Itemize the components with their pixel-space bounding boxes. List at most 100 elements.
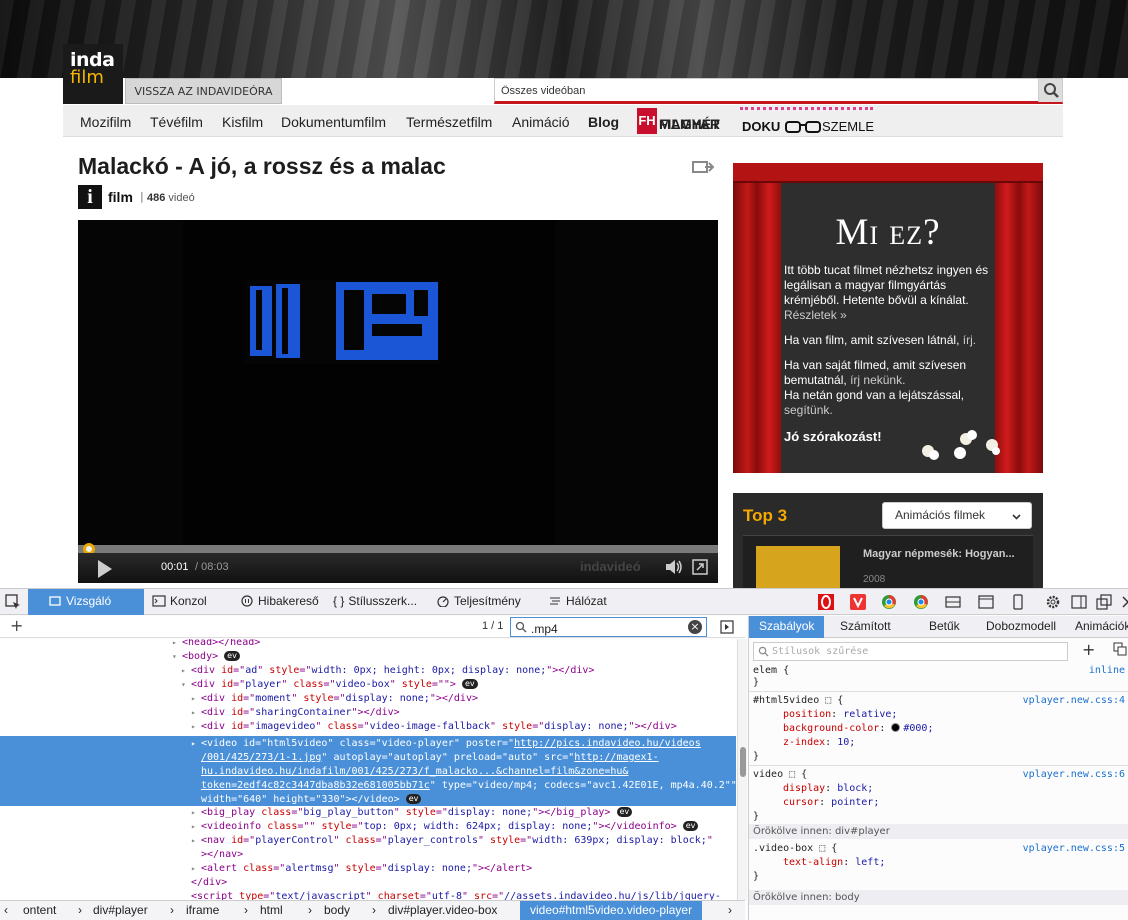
styles-filter-input[interactable]: Stílusok szűrése [753, 642, 1068, 661]
add-rule-button[interactable]: + [1082, 640, 1095, 659]
split-console-icon[interactable] [978, 594, 994, 610]
nav-kisfilm[interactable]: Kisfilm [222, 114, 263, 130]
gear-icon[interactable] [1045, 594, 1061, 610]
top3-category-select[interactable]: Animációs filmek [882, 502, 1032, 529]
search-button[interactable] [1038, 79, 1062, 102]
site-search-input[interactable] [495, 80, 1033, 102]
poster-link[interactable]: http://pics.indavideo.hu/videos [514, 738, 701, 749]
rule-elem-source[interactable]: inline [1089, 664, 1125, 678]
top3-thumbnail[interactable] [756, 546, 840, 588]
tab-inspector[interactable]: Vizsgáló [28, 589, 144, 615]
markup-scrollbar[interactable] [737, 639, 747, 900]
close-icon[interactable] [1120, 594, 1128, 610]
element-picker-icon[interactable] [5, 594, 21, 610]
breadcrumb-item[interactable]: div#player [93, 903, 148, 917]
decl-cursor[interactable]: cursor: pointer; [783, 796, 879, 810]
nav-blog[interactable]: Blog [588, 114, 619, 130]
tab-computed[interactable]: Számított [840, 616, 891, 638]
tab-debugger[interactable]: Hibakereső [240, 589, 319, 615]
fullscreen-icon[interactable] [692, 559, 708, 575]
tab-rules[interactable]: Szabályok [749, 616, 825, 638]
rule-video-source[interactable]: vplayer.new.css:6 [1023, 768, 1125, 782]
magyar-filmhet-logo[interactable]: FH MAGYAR FILMHÉT [637, 108, 727, 134]
vivaldi-icon[interactable] [850, 594, 866, 610]
play-icon[interactable] [98, 560, 112, 578]
tree-node-nav[interactable]: ▸ <nav id="playerControl" class="player_c… [191, 834, 713, 848]
breadcrumb-item[interactable]: div#player.video-box [388, 903, 497, 917]
event-badge[interactable]: ev [462, 679, 478, 689]
breadcrumb-item-active[interactable]: video#html5video.video-player [520, 901, 703, 920]
breadcrumb-item[interactable]: body [324, 903, 350, 917]
opera-icon[interactable] [818, 594, 834, 610]
write-us-link[interactable]: írj nekünk. [850, 373, 905, 387]
write-link[interactable]: írj. [963, 333, 976, 347]
video-player[interactable] [78, 220, 718, 545]
undock-icon[interactable] [1096, 594, 1112, 610]
nav-tevefilm[interactable]: Tévéfilm [150, 114, 203, 130]
tab-performance[interactable]: Teljesítmény [436, 589, 521, 615]
tree-node-videoinfo[interactable]: ▸ <videoinfo class="" style="top: 0px; wi… [191, 820, 699, 834]
event-badge[interactable]: ev [224, 651, 240, 661]
help-link[interactable]: segítünk. [784, 403, 833, 417]
details-link[interactable]: Részletek » [784, 308, 847, 322]
tree-node-moment[interactable]: ▸ <div id="moment" style="display: none;"… [191, 692, 478, 706]
markup-tree[interactable]: ▸ <head></head> ▾ <body> ev ▸ <div id="ad" … [0, 639, 736, 900]
top3-list-item[interactable]: Magyar népmesék: Hogyan... 2008 [743, 535, 1033, 588]
nav-mozifilm[interactable]: Mozifilm [80, 114, 131, 130]
event-badge[interactable]: ev [405, 794, 422, 804]
nav-dokumentumfilm[interactable]: Dokumentumfilm [281, 114, 386, 130]
tab-network[interactable]: Hálózat [548, 589, 607, 615]
event-badge[interactable]: ev [682, 821, 699, 831]
top3-item-title[interactable]: Magyar népmesék: Hogyan... [863, 548, 1015, 561]
src-link-cont[interactable]: hu.indavideo.hu/indafilm/001/425/273/f_m… [201, 766, 628, 777]
color-swatch[interactable] [891, 723, 901, 732]
decl-background-color[interactable]: background-color: #000; [783, 722, 933, 736]
breadcrumb-item[interactable]: html [260, 903, 283, 917]
selected-video-node[interactable]: ▸ <video id="html5video" class="video-pla… [0, 736, 736, 806]
back-to-indavideo-link[interactable]: VISSZA AZ INDAVIDEÓRA [125, 78, 282, 104]
toggle-pseudo-icon[interactable] [1113, 642, 1127, 656]
clear-search-icon[interactable]: × [688, 620, 702, 634]
dock-side-icon[interactable] [1071, 594, 1087, 610]
tree-node-sharing[interactable]: ▸ <div id="sharingContainer"></div> [191, 706, 400, 720]
tree-node-big-play[interactable]: ▸ <big_play class="big_play_button" style… [191, 806, 633, 820]
channel-avatar[interactable]: i [78, 185, 102, 209]
tree-node-script[interactable]: <script type="text/javascript" charset="… [191, 890, 721, 900]
video-progress-bar[interactable] [78, 543, 718, 555]
frame-select-icon[interactable] [945, 594, 961, 610]
chrome-icon[interactable] [881, 594, 897, 610]
rule-html5video-source[interactable]: vplayer.new.css:4 [1023, 694, 1125, 708]
breadcrumb-item[interactable]: ontent [23, 903, 56, 917]
toggle-sidebar-icon[interactable] [720, 620, 734, 634]
tree-node-imagevideo[interactable]: ▸ <div id="imagevideo" class="video-image… [191, 720, 677, 734]
breadcrumb-item[interactable]: iframe [186, 903, 219, 917]
nav-animacio[interactable]: Animáció [512, 114, 570, 130]
tab-animations[interactable]: Animációk [1075, 616, 1128, 638]
add-node-button[interactable]: + [10, 616, 23, 635]
breadcrumb-scroll-left[interactable]: ‹ [4, 903, 8, 917]
src-link[interactable]: http://magex1- [574, 752, 658, 763]
volume-icon[interactable] [665, 559, 683, 575]
tree-node-alert[interactable]: ▸ <alert class="alertmsg" style="display:… [191, 862, 532, 876]
src-link-token[interactable]: token=2edf4c82c3447dba8b32e681005bb71c [201, 780, 430, 791]
breadcrumb-scroll-right[interactable]: › [728, 903, 732, 917]
dokuszemle-logo[interactable]: DOKU SZEMLE [740, 107, 874, 137]
share-icon[interactable] [692, 159, 714, 175]
html-search-input[interactable] [511, 620, 681, 638]
tree-node-div-ad[interactable]: ▸ <div id="ad" style="width: 0px; height:… [181, 664, 594, 678]
event-badge[interactable]: ev [616, 807, 633, 817]
decl-display[interactable]: display: block; [783, 782, 873, 796]
rule-video-box-source[interactable]: vplayer.new.css:5 [1023, 842, 1125, 856]
responsive-icon[interactable] [1010, 594, 1026, 610]
channel-name[interactable]: film [108, 189, 133, 205]
tree-node-head[interactable]: ▸ <head></head> [172, 639, 260, 650]
tree-node-div-player[interactable]: ▾ <div id="player" class="video-box" styl… [181, 678, 478, 692]
tab-style-editor[interactable]: { } Stílusszerk... [333, 589, 417, 615]
decl-z-index[interactable]: z-index: 10; [783, 736, 855, 750]
nav-termeszetfilm[interactable]: Természetfilm [406, 114, 492, 130]
scrollbar-thumb[interactable] [740, 747, 746, 777]
decl-position[interactable]: position: relative; [783, 708, 897, 722]
poster-link-cont[interactable]: /001/425/273/1-1.jpg [201, 752, 321, 763]
decl-text-align[interactable]: text-align: left; [783, 856, 885, 870]
tree-node-body[interactable]: ▾ <body> ev [172, 650, 240, 664]
